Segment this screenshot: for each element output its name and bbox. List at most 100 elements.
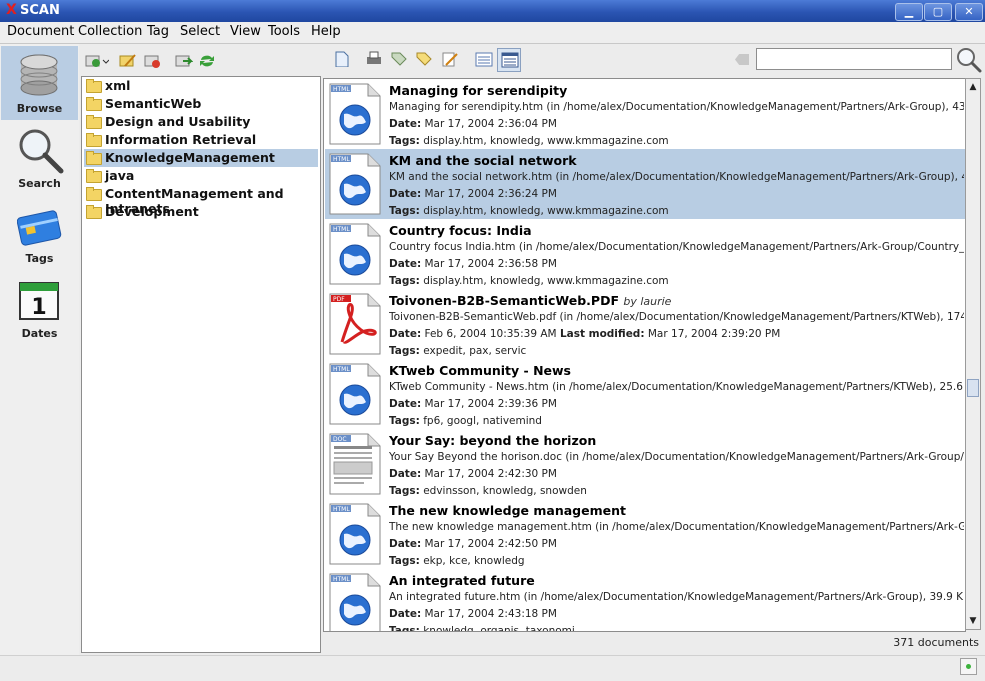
document-row[interactable]: HTML Managing for serendipity Managing for… <box>325 79 965 149</box>
document-date: Date: Mar 17, 2004 2:36:04 PM <box>389 118 557 130</box>
document-title[interactable]: Toivonen-B2B-SemanticWeb.PDF by laurie <box>389 293 671 308</box>
document-title[interactable]: Managing for serendipity <box>389 83 567 98</box>
last-modified-value: Mar 17, 2004 2:39:20 PM <box>647 328 781 340</box>
scroll-thumb[interactable] <box>967 379 979 397</box>
file-type-badge: DOC <box>333 436 347 443</box>
document-toolbar <box>323 46 985 76</box>
folder-icon <box>86 187 102 201</box>
document-date: Date: Mar 17, 2004 2:36:58 PM <box>389 258 557 270</box>
tags-value: edvinsson, knowledg, snowden <box>423 485 587 497</box>
tags-label: Tags: <box>389 135 420 147</box>
clear-search-icon[interactable] <box>735 54 749 65</box>
document-path: Your Say Beyond the horison.doc (in /hom… <box>389 451 964 463</box>
tree-item-label: xml <box>105 78 131 93</box>
search-input[interactable] <box>756 48 952 70</box>
database-icon <box>20 54 58 96</box>
date-label: Date: <box>389 258 422 270</box>
document-title[interactable]: The new knowledge management <box>389 503 626 518</box>
minimize-icon: ▁ <box>904 5 914 18</box>
tree-item-development[interactable]: Development <box>84 203 318 221</box>
document-title-text: Managing for serendipity <box>389 83 568 98</box>
tree-item-knowledgemanagement[interactable]: KnowledgeManagement <box>84 149 318 167</box>
refresh-icon[interactable] <box>198 52 216 68</box>
label-icon[interactable] <box>415 51 433 67</box>
document-tags: Tags: display.htm, knowledg, www.kmmagaz… <box>389 275 669 287</box>
document-title-text: Toivonen-B2B-SemanticWeb.PDF <box>389 293 619 308</box>
nav-tags[interactable]: Tags <box>1 196 78 270</box>
search-icon[interactable] <box>956 47 982 73</box>
menu-document[interactable]: Document <box>7 24 74 39</box>
list-scrollbar[interactable]: ▲ ▼ <box>965 78 981 630</box>
tags-value: expedit, pax, servic <box>423 345 527 357</box>
menu-view[interactable]: View <box>230 24 261 39</box>
document-tags: Tags: display.htm, knowledg, www.kmmagaz… <box>389 135 669 147</box>
file-type-badge: HTML <box>333 86 350 93</box>
document-row[interactable]: HTML Country focus: India Country focus In… <box>325 219 965 289</box>
tags-label: Tags: <box>389 625 420 632</box>
tree-item-information-retrieval[interactable]: Information Retrieval <box>84 131 318 149</box>
tree-item-java[interactable]: java <box>84 167 318 185</box>
document-list: HTML Managing for serendipity Managing for… <box>323 78 966 632</box>
tag-document-icon[interactable] <box>390 51 408 67</box>
edit-document-icon[interactable] <box>441 51 459 67</box>
tree-item-semanticweb[interactable]: SemanticWeb <box>84 95 318 113</box>
document-row[interactable]: HTML An integrated future An integrated fu… <box>325 569 965 632</box>
print-icon[interactable] <box>365 51 383 67</box>
document-row[interactable]: HTML The new knowledge management The new … <box>325 499 965 569</box>
new-folder-icon[interactable] <box>85 52 109 68</box>
nav-search[interactable]: Search <box>1 121 78 195</box>
document-row[interactable]: DOC Your Say: beyond the horizon Your Say … <box>325 429 965 499</box>
file-type-badge: HTML <box>333 226 350 233</box>
close-button[interactable]: ✕ <box>955 3 983 21</box>
document-row[interactable]: HTML KM and the social network KM and the … <box>325 149 965 219</box>
minimize-button[interactable]: ▁ <box>895 3 923 21</box>
document-title[interactable]: Your Say: beyond the horizon <box>389 433 596 448</box>
tags-label: Tags: <box>389 555 420 567</box>
tree-item-xml[interactable]: xml <box>84 77 318 95</box>
tags-label: Tags: <box>389 415 420 427</box>
delete-folder-icon[interactable] <box>144 52 162 68</box>
nav-dates-label: Dates <box>21 327 58 340</box>
date-label: Date: <box>389 608 422 620</box>
list-view-icon[interactable] <box>475 51 493 67</box>
tags-value: fp6, googl, nativemind <box>423 415 542 427</box>
file-type-badge: HTML <box>333 366 350 373</box>
scroll-down-icon[interactable]: ▼ <box>966 613 980 629</box>
document-tags: Tags: fp6, googl, nativemind <box>389 415 542 427</box>
document-title[interactable]: KM and the social network <box>389 153 577 168</box>
document-title[interactable]: KTweb Community - News <box>389 363 571 378</box>
tree-item-design-usability[interactable]: Design and Usability <box>84 113 318 131</box>
collection-tree: xml SemanticWeb Design and Usability Inf… <box>81 76 321 653</box>
menu-tag[interactable]: Tag <box>147 24 169 39</box>
doc-file-icon: DOC <box>329 433 381 495</box>
edit-folder-icon[interactable] <box>119 52 137 68</box>
folder-icon <box>86 169 102 183</box>
document-row[interactable]: PDF Toivonen-B2B-SemanticWeb.PDF by lauri… <box>325 289 965 359</box>
last-modified-label: Last modified: <box>559 328 645 340</box>
html-file-icon: HTML <box>329 83 381 145</box>
menu-help[interactable]: Help <box>311 24 341 39</box>
detail-view-button[interactable] <box>497 48 521 72</box>
maximize-button[interactable]: ▢ <box>924 3 952 21</box>
tags-value: ekp, kce, knowledg <box>423 555 525 567</box>
scroll-up-icon[interactable]: ▲ <box>966 79 980 95</box>
document-row[interactable]: HTML KTweb Community - News KTweb Communit… <box>325 359 965 429</box>
document-date: Date: Feb 6, 2004 10:35:39 AM Last modif… <box>389 328 780 340</box>
tag-card-icon <box>17 210 62 246</box>
menu-collection[interactable]: Collection <box>78 24 142 39</box>
nav-browse[interactable]: Browse <box>1 46 78 120</box>
menu-select[interactable]: Select <box>180 24 220 39</box>
document-title[interactable]: Country focus: India <box>389 223 532 238</box>
date-value: Feb 6, 2004 10:35:39 AM <box>424 328 557 340</box>
export-icon[interactable] <box>175 52 193 68</box>
document-tags: Tags: ekp, kce, knowledg <box>389 555 525 567</box>
menu-bar: Document Collection Tag Select View Tool… <box>0 22 985 44</box>
new-document-icon[interactable] <box>333 51 351 67</box>
document-tags: Tags: edvinsson, knowledg, snowden <box>389 485 587 497</box>
document-tags: Tags: expedit, pax, servic <box>389 345 526 357</box>
document-title[interactable]: An integrated future <box>389 573 535 588</box>
date-value: Mar 17, 2004 2:42:50 PM <box>424 538 557 550</box>
menu-tools[interactable]: Tools <box>268 24 300 39</box>
nav-dates[interactable]: 1 Dates <box>1 271 78 345</box>
tree-item-contentmanagement[interactable]: ContentManagement and Intranets <box>84 185 318 216</box>
